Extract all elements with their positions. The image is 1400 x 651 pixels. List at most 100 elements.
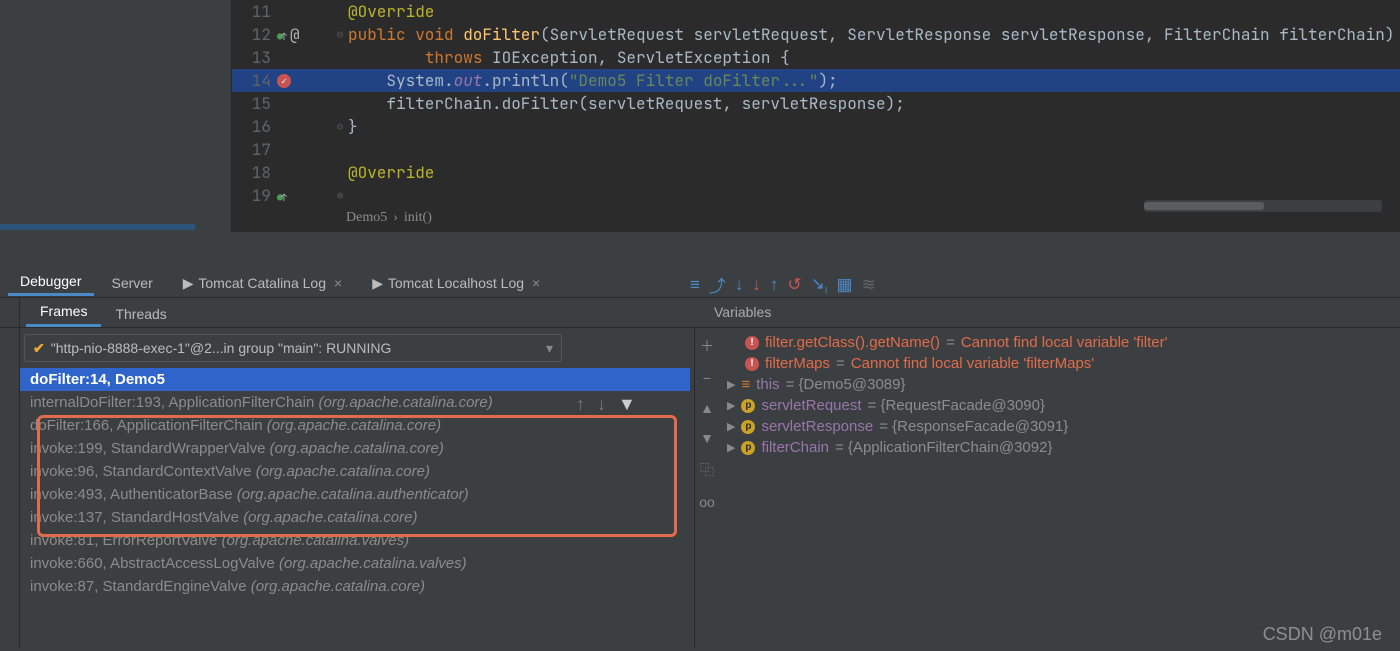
frames-toolbar: ↑ ↓ ▼	[576, 394, 636, 415]
code-text: }	[348, 116, 358, 137]
fold-toggle[interactable]: ⊖	[332, 28, 348, 42]
prev-frame-icon[interactable]: ↑	[576, 394, 585, 415]
watermark: CSDN @m01e	[1263, 624, 1382, 645]
run-icon: ▶	[372, 275, 384, 287]
frames-tabbar: FramesThreads	[0, 298, 1400, 328]
project-panel-collapsed	[0, 0, 232, 232]
chevron-down-icon[interactable]: ▾	[546, 340, 553, 357]
variable-row[interactable]: ▶ servletResponse = {ResponseFacade@3091…	[723, 416, 1394, 437]
variables-toolbar: ＋ − ▲ ▼ ⿻ oo	[695, 328, 719, 648]
code-line[interactable]: 12@⊖public void doFilter(ServletRequest …	[232, 23, 1400, 46]
expand-icon[interactable]: ▶	[727, 441, 735, 454]
run-to-cursor-icon[interactable]: ↘I	[811, 274, 828, 295]
code-line[interactable]: 17	[232, 138, 1400, 161]
stack-frame[interactable]: invoke:493, AuthenticatorBase (org.apach…	[20, 483, 690, 506]
show-execution-point-icon[interactable]: ≡	[690, 275, 700, 295]
frames-subtab[interactable]: Threads	[101, 301, 180, 327]
variable-row[interactable]: ▶ ≡ this = {Demo5@3089}	[723, 374, 1394, 395]
frames-subtab[interactable]: Frames	[26, 298, 101, 327]
debug-tab[interactable]: ▶ Tomcat Localhost Log×	[360, 271, 552, 295]
parameter-icon	[741, 399, 755, 413]
code-line[interactable]: 13 throws IOException, ServletException …	[232, 46, 1400, 69]
stack-frame[interactable]: invoke:199, StandardWrapperValve (org.ap…	[20, 437, 690, 460]
fold-toggle[interactable]: ⊕	[332, 189, 348, 203]
step-over-icon[interactable]: ⤴	[709, 272, 726, 297]
breakpoint-gutter-icon[interactable]	[277, 74, 291, 88]
step-out-icon[interactable]: ↑	[770, 275, 779, 295]
progress-indicator	[0, 224, 195, 230]
debug-tab[interactable]: Debugger	[8, 269, 94, 296]
filter-frames-icon[interactable]: ▼	[618, 394, 636, 415]
code-line[interactable]: 11@Override	[232, 0, 1400, 23]
close-icon[interactable]: ×	[532, 275, 540, 291]
debug-left-toolbar[interactable]	[0, 298, 20, 648]
close-icon[interactable]: ×	[334, 275, 342, 291]
next-frame-icon[interactable]: ↓	[597, 394, 606, 415]
variable-row[interactable]: ▶ servletRequest = {RequestFacade@3090}	[723, 395, 1394, 416]
editor-pane: 11@Override12@⊖public void doFilter(Serv…	[0, 0, 1400, 232]
stack-frame[interactable]: invoke:87, StandardEngineValve (org.apac…	[20, 575, 690, 598]
force-step-into-icon[interactable]: ↓	[752, 275, 761, 295]
scrollbar-thumb[interactable]	[1144, 202, 1264, 210]
stack-frame[interactable]: invoke:660, AbstractAccessLogValve (org.…	[20, 552, 690, 575]
line-number: 17	[232, 139, 277, 160]
code-text: @Override	[348, 162, 434, 183]
code-line[interactable]: 15 filterChain.doFilter(servletRequest, …	[232, 92, 1400, 115]
variable-list[interactable]: filter.getClass().getName() = Cannot fin…	[723, 328, 1394, 458]
breadcrumb-item[interactable]: init()	[398, 210, 438, 225]
error-icon	[745, 336, 759, 350]
horizontal-scrollbar[interactable]	[1144, 200, 1382, 212]
line-number: 12	[232, 24, 277, 45]
variables-title: Variables	[714, 304, 771, 320]
drop-frame-icon[interactable]: ↺	[787, 275, 801, 295]
watch-down-icon[interactable]: ▼	[700, 430, 714, 446]
this-icon: ≡	[741, 376, 750, 393]
code-text: public void doFilter(ServletRequest serv…	[348, 24, 1394, 45]
debug-toolbar: ≡ ⤴ ↓ ↓ ↑ ↺ ↘I ▦ ≋	[690, 272, 876, 297]
breadcrumb[interactable]: Demo5›init()	[340, 210, 438, 226]
expand-icon[interactable]: ▶	[727, 378, 735, 391]
code-line[interactable]: 14 System.out.println("Demo5 Filter doFi…	[232, 69, 1400, 92]
frames-pane: ✔ "http-nio-8888-exec-1"@2...in group "m…	[20, 328, 690, 648]
watch-up-icon[interactable]: ▲	[700, 400, 714, 416]
error-icon	[745, 357, 759, 371]
variable-row[interactable]: ▶ filterChain = {ApplicationFilterChain@…	[723, 437, 1394, 458]
fold-toggle[interactable]: ⊖	[332, 120, 348, 134]
variable-row[interactable]: filterMaps = Cannot find local variable …	[723, 353, 1394, 374]
debugger-panel: DebuggerServer▶ Tomcat Catalina Log×▶ To…	[0, 268, 1400, 651]
parameter-icon	[741, 420, 755, 434]
line-number: 15	[232, 93, 277, 114]
line-number: 19	[232, 185, 277, 206]
code-line[interactable]: 18@Override	[232, 161, 1400, 184]
breadcrumb-item[interactable]: Demo5	[340, 210, 393, 225]
debug-tab[interactable]: ▶ Tomcat Catalina Log×	[171, 271, 354, 295]
line-number: 16	[232, 116, 277, 137]
stack-frame[interactable]: doFilter:14, Demo5	[20, 368, 690, 391]
stack-frame[interactable]: doFilter:166, ApplicationFilterChain (or…	[20, 414, 690, 437]
new-watch-icon[interactable]: ＋	[700, 336, 714, 356]
code-editor[interactable]: 11@Override12@⊖public void doFilter(Serv…	[232, 0, 1400, 232]
stack-frame[interactable]: invoke:81, ErrorReportValve (org.apache.…	[20, 529, 690, 552]
stack-frame[interactable]: invoke:137, StandardHostValve (org.apach…	[20, 506, 690, 529]
parameter-icon	[741, 441, 755, 455]
stack-frame[interactable]: invoke:96, StandardContextValve (org.apa…	[20, 460, 690, 483]
check-icon: ✔	[33, 340, 45, 357]
variable-row[interactable]: filter.getClass().getName() = Cannot fin…	[723, 332, 1394, 353]
code-line[interactable]: 16 ⊖}	[232, 115, 1400, 138]
thread-name: "http-nio-8888-exec-1"@2...in group "mai…	[51, 340, 546, 356]
expand-icon[interactable]: ▶	[727, 399, 735, 412]
remove-watch-icon[interactable]: −	[703, 370, 711, 386]
step-into-icon[interactable]: ↓	[735, 275, 744, 295]
override-gutter-icon[interactable]	[277, 185, 287, 206]
expand-icon[interactable]: ▶	[727, 420, 735, 433]
code-text: throws IOException, ServletException {	[348, 47, 790, 68]
code-text: filterChain.doFilter(servletRequest, ser…	[348, 93, 905, 114]
trace-icon[interactable]: ≋	[862, 275, 876, 295]
code-text: System.out.println("Demo5 Filter doFilte…	[348, 70, 838, 91]
glasses-icon[interactable]: oo	[699, 494, 715, 510]
thread-selector[interactable]: ✔ "http-nio-8888-exec-1"@2...in group "m…	[24, 334, 562, 362]
override-gutter-icon[interactable]	[277, 24, 287, 45]
debug-tab[interactable]: Server	[100, 271, 165, 295]
copy-icon[interactable]: ⿻	[700, 460, 714, 480]
evaluate-expression-icon[interactable]: ▦	[836, 275, 852, 295]
